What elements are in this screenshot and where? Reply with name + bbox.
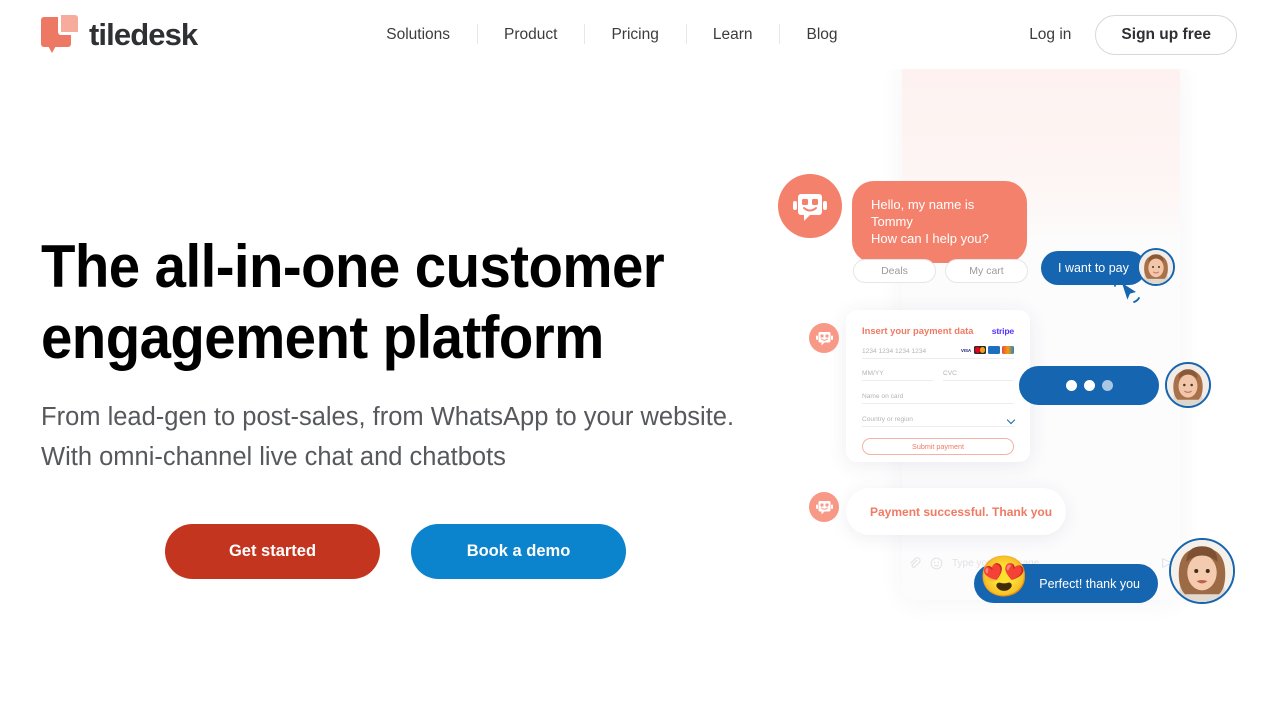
typing-dot-1 — [1065, 380, 1077, 391]
tiledesk-tile-logo-icon — [41, 14, 78, 55]
card-brand-icons: VISA — [960, 346, 1014, 354]
cvc-field[interactable]: CVC — [943, 370, 1014, 381]
get-started-button[interactable]: Get started — [165, 524, 380, 579]
user-avatar-medium — [1165, 362, 1211, 408]
quick-reply-my-cart[interactable]: My cart — [945, 259, 1028, 283]
site-header: tiledesk Solutions Product Pricing Learn… — [0, 0, 1280, 69]
nav-item-learn[interactable]: Learn — [685, 20, 780, 50]
brand-logo[interactable]: tiledesk — [41, 14, 198, 55]
mouse-click-icon — [1114, 277, 1140, 303]
logo-square-shape — [58, 14, 78, 35]
hero-cta-row: Get started Book a demo — [165, 524, 761, 579]
card-number-row: 1234 1234 1234 1234 VISA — [862, 346, 1014, 359]
avatar-photo-icon — [1171, 540, 1233, 602]
hero-subtitle: From lead-gen to post-sales, from WhatsA… — [41, 397, 741, 477]
country-row: Country or region — [862, 415, 1016, 427]
hero-subtitle-line-1: From lead-gen to post-sales, from WhatsA… — [41, 403, 634, 431]
name-on-card-row: Name on card — [862, 393, 1014, 404]
payment-form-card: Insert your payment data stripe 1234 123… — [846, 310, 1030, 462]
submit-payment-button[interactable]: Submit payment — [862, 438, 1014, 455]
avatar-photo-icon — [1139, 250, 1173, 284]
main-nav: Solutions Product Pricing Learn Blog — [359, 20, 864, 50]
payment-success-bubble: Payment successful. Thank you — [846, 488, 1066, 535]
mastercard-icon — [974, 346, 986, 354]
amex-icon — [988, 346, 1000, 354]
nav-item-solutions[interactable]: Solutions — [359, 20, 477, 50]
bot-avatar-large — [778, 174, 842, 238]
stripe-logo-icon: stripe — [991, 326, 1014, 336]
paperclip-icon[interactable] — [908, 556, 921, 570]
bot-greeting-line-2: How can I help you? — [871, 231, 989, 246]
bot-avatar-small-payment — [809, 323, 839, 353]
page-title: The all-in-one customer engagement platf… — [41, 231, 718, 373]
nav-item-pricing[interactable]: Pricing — [584, 20, 685, 50]
robot-face-icon — [793, 194, 827, 221]
hero-title-line-1: The all-in-one customer — [41, 233, 665, 300]
discover-icon — [1002, 346, 1014, 354]
typing-indicator-bubble — [1019, 366, 1159, 405]
hero-content: The all-in-one customer engagement platf… — [41, 231, 761, 579]
typing-dot-2 — [1083, 380, 1095, 391]
hero-title-line-2: engagement platform — [41, 304, 604, 371]
payment-card-title: Insert your payment data — [862, 325, 974, 336]
user-avatar-large — [1169, 538, 1235, 604]
nav-item-blog[interactable]: Blog — [779, 20, 864, 50]
expiry-field[interactable]: MM/YY — [862, 370, 933, 381]
logo-tail-shape — [47, 43, 57, 53]
avatar-photo-icon — [1167, 364, 1209, 406]
name-on-card-field[interactable]: Name on card — [862, 393, 1014, 404]
landing-page: tiledesk Solutions Product Pricing Learn… — [0, 0, 1280, 720]
visa-icon: VISA — [960, 346, 972, 354]
robot-face-icon — [815, 501, 833, 515]
heart-eyes-emoji-icon: 😍 — [979, 555, 1029, 599]
signup-free-button[interactable]: Sign up free — [1095, 14, 1237, 55]
country-select[interactable]: Country or region — [862, 416, 1014, 427]
nav-item-product[interactable]: Product — [477, 20, 584, 50]
login-link[interactable]: Log in — [1029, 26, 1071, 44]
bot-avatar-small-success — [809, 492, 839, 522]
chat-illustration: Hello, my name is Tommy How can I help y… — [760, 48, 1260, 668]
payment-card-header: Insert your payment data stripe — [862, 325, 1014, 336]
brand-name: tiledesk — [89, 16, 198, 52]
header-actions: Log in Sign up free — [1029, 14, 1237, 55]
robot-face-icon — [815, 332, 833, 346]
bot-greeting-line-1: Hello, my name is Tommy — [871, 197, 975, 229]
quick-reply-deals[interactable]: Deals — [853, 259, 936, 283]
typing-dot-3 — [1101, 380, 1113, 391]
smiley-icon[interactable] — [930, 557, 943, 570]
bot-greeting-bubble: Hello, my name is Tommy How can I help y… — [852, 181, 1027, 263]
user-avatar-small — [1137, 248, 1175, 286]
expiry-cvc-row: MM/YY CVC — [862, 370, 1014, 381]
book-a-demo-button[interactable]: Book a demo — [411, 524, 626, 579]
